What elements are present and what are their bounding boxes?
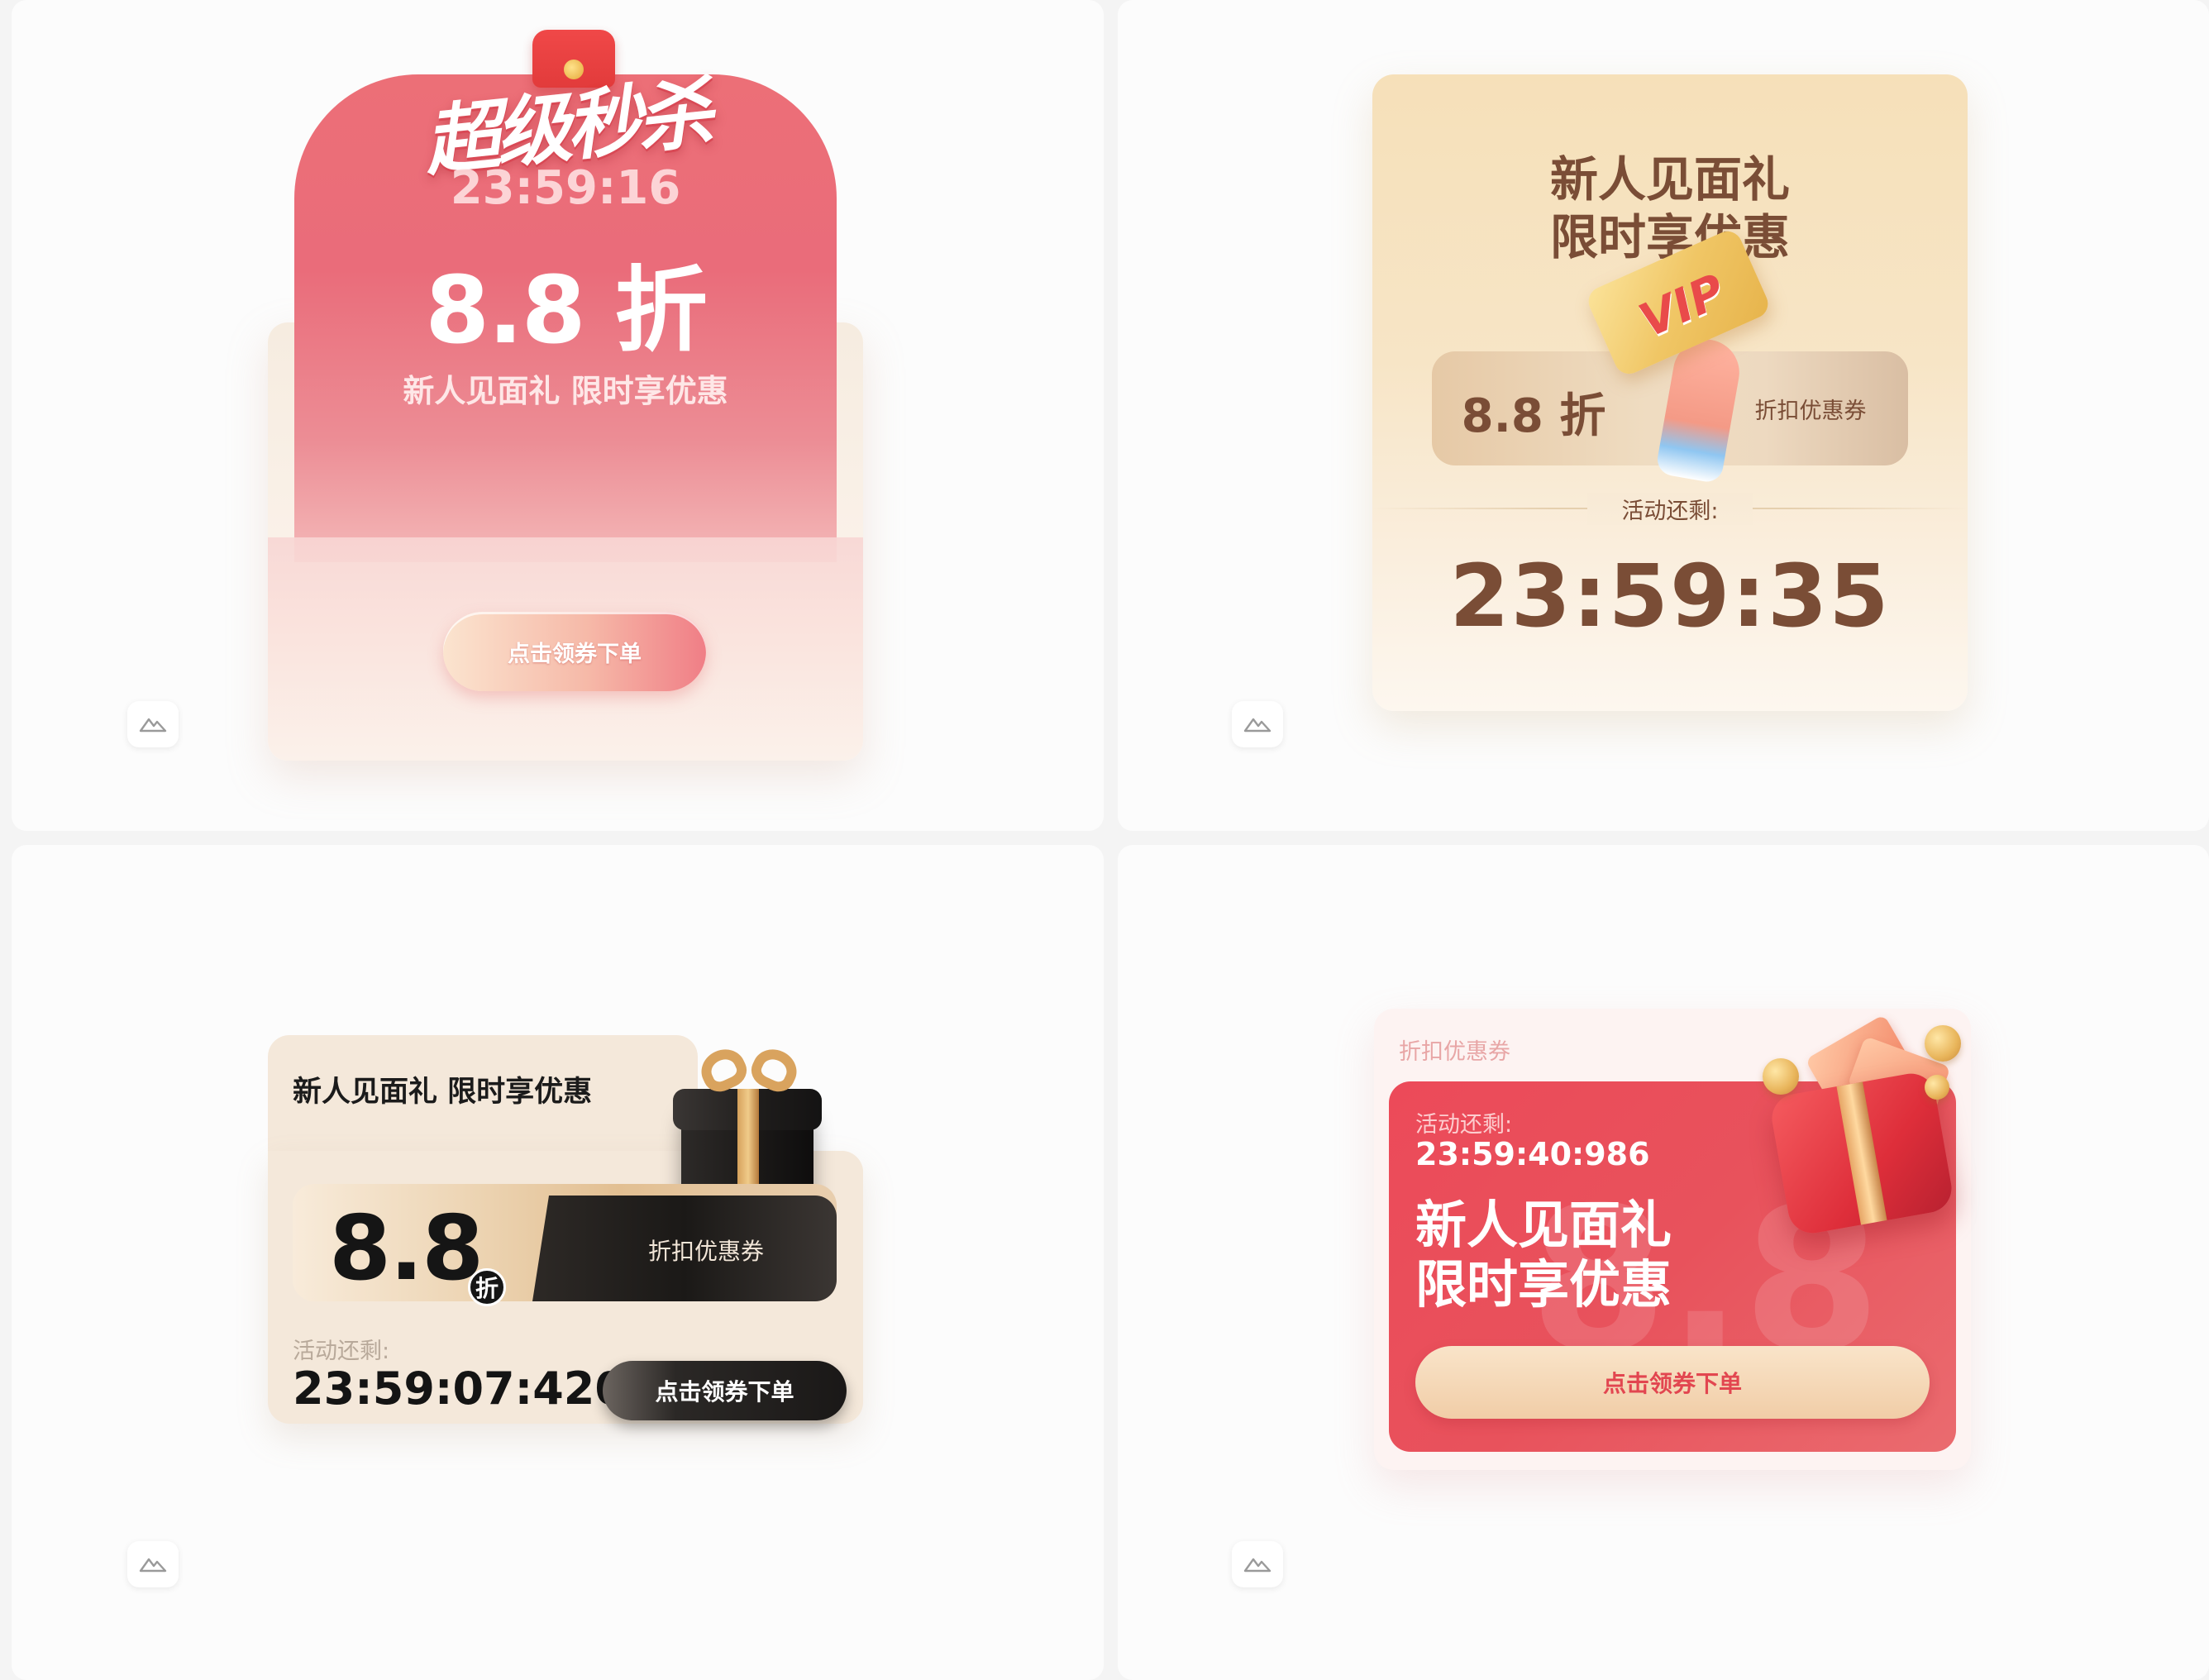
coin-icon <box>1925 1025 1961 1062</box>
panel-gift-coupon: 新人见面礼 限时享优惠 8.8 折 折扣优惠券 活动还剩: 23:59:07:4… <box>12 845 1104 1680</box>
countdown-timer: 23:59:07:420 <box>293 1363 626 1415</box>
countdown-timer: 23:59:16 <box>450 161 681 215</box>
panel-red-coupon: 折扣优惠券 8.8 活动还剩: 23:59:40:986 新人见面礼 限时享优惠… <box>1118 845 2209 1680</box>
claim-coupon-button[interactable]: 点击领券下单 <box>443 612 706 691</box>
card-title: 新人见面礼 限时享优惠 <box>293 1076 593 1109</box>
card-title: 新人见面礼 限时享优惠 <box>1415 1196 1672 1315</box>
title-line-1: 新人见面礼 <box>1415 1195 1672 1255</box>
coupon-type-label: 折扣优惠券 <box>1399 1039 1510 1065</box>
countdown-timer: 23:59:35 <box>1449 546 1891 647</box>
coin-icon <box>1763 1058 1799 1095</box>
mountain-logo-icon <box>1232 701 1283 747</box>
mountain-logo-icon <box>1232 1541 1283 1587</box>
coupon-label: 折扣优惠券 <box>1754 399 1867 424</box>
countdown-timer: 23:59:40:986 <box>1415 1136 1650 1172</box>
remaining-label: 活动还剩: <box>293 1339 390 1364</box>
mountain-logo-icon <box>127 1541 179 1587</box>
gift-bow <box>694 1042 804 1098</box>
panel-flash-sale: 超级秒杀 23:59:16 8.8 折 新人见面礼 限时享优惠 点击领券下单 <box>12 0 1104 831</box>
title-line-2: 限时享优惠 <box>1415 1254 1672 1315</box>
remaining-label: 活动还剩: <box>1415 1112 1513 1138</box>
panel-vip-coupon: 新人见面礼 限时享优惠 8.8 折 折扣优惠券 VIP 活动还剩: 23:59:… <box>1118 0 2209 831</box>
gift-box-icon <box>1763 1014 1961 1238</box>
flash-sale-card: 超级秒杀 23:59:16 8.8 折 新人见面礼 限时享优惠 点击领券下单 <box>268 25 863 761</box>
claim-coupon-button[interactable]: 点击领券下单 <box>1415 1346 1930 1419</box>
coin-icon <box>1925 1075 1949 1100</box>
coupon-label: 折扣优惠券 <box>647 1238 764 1265</box>
card-title: 新人见面礼 限时享优惠 <box>1372 150 1968 266</box>
discount-unit-badge: 折 <box>468 1268 506 1306</box>
mountain-logo-icon <box>127 701 179 747</box>
claim-coupon-button[interactable]: 点击领券下单 <box>603 1361 847 1420</box>
title-line-1: 新人见面礼 <box>1549 151 1790 208</box>
red-coupon-card: 折扣优惠券 8.8 活动还剩: 23:59:40:986 新人见面礼 限时享优惠… <box>1374 1009 1971 1470</box>
gift-coupon-card: 新人见面礼 限时享优惠 8.8 折 折扣优惠券 活动还剩: 23:59:07:4… <box>268 1035 863 1424</box>
discount-value: 8.8 折 <box>425 257 707 365</box>
promo-subtitle: 新人见面礼 限时享优惠 <box>403 373 728 409</box>
remaining-label: 活动还剩: <box>1587 493 1753 525</box>
vip-coupon-card: 新人见面礼 限时享优惠 8.8 折 折扣优惠券 VIP 活动还剩: 23:59:… <box>1372 74 1968 711</box>
discount-value: 8.8 <box>329 1197 484 1301</box>
discount-value: 8.8 折 <box>1461 389 1606 443</box>
